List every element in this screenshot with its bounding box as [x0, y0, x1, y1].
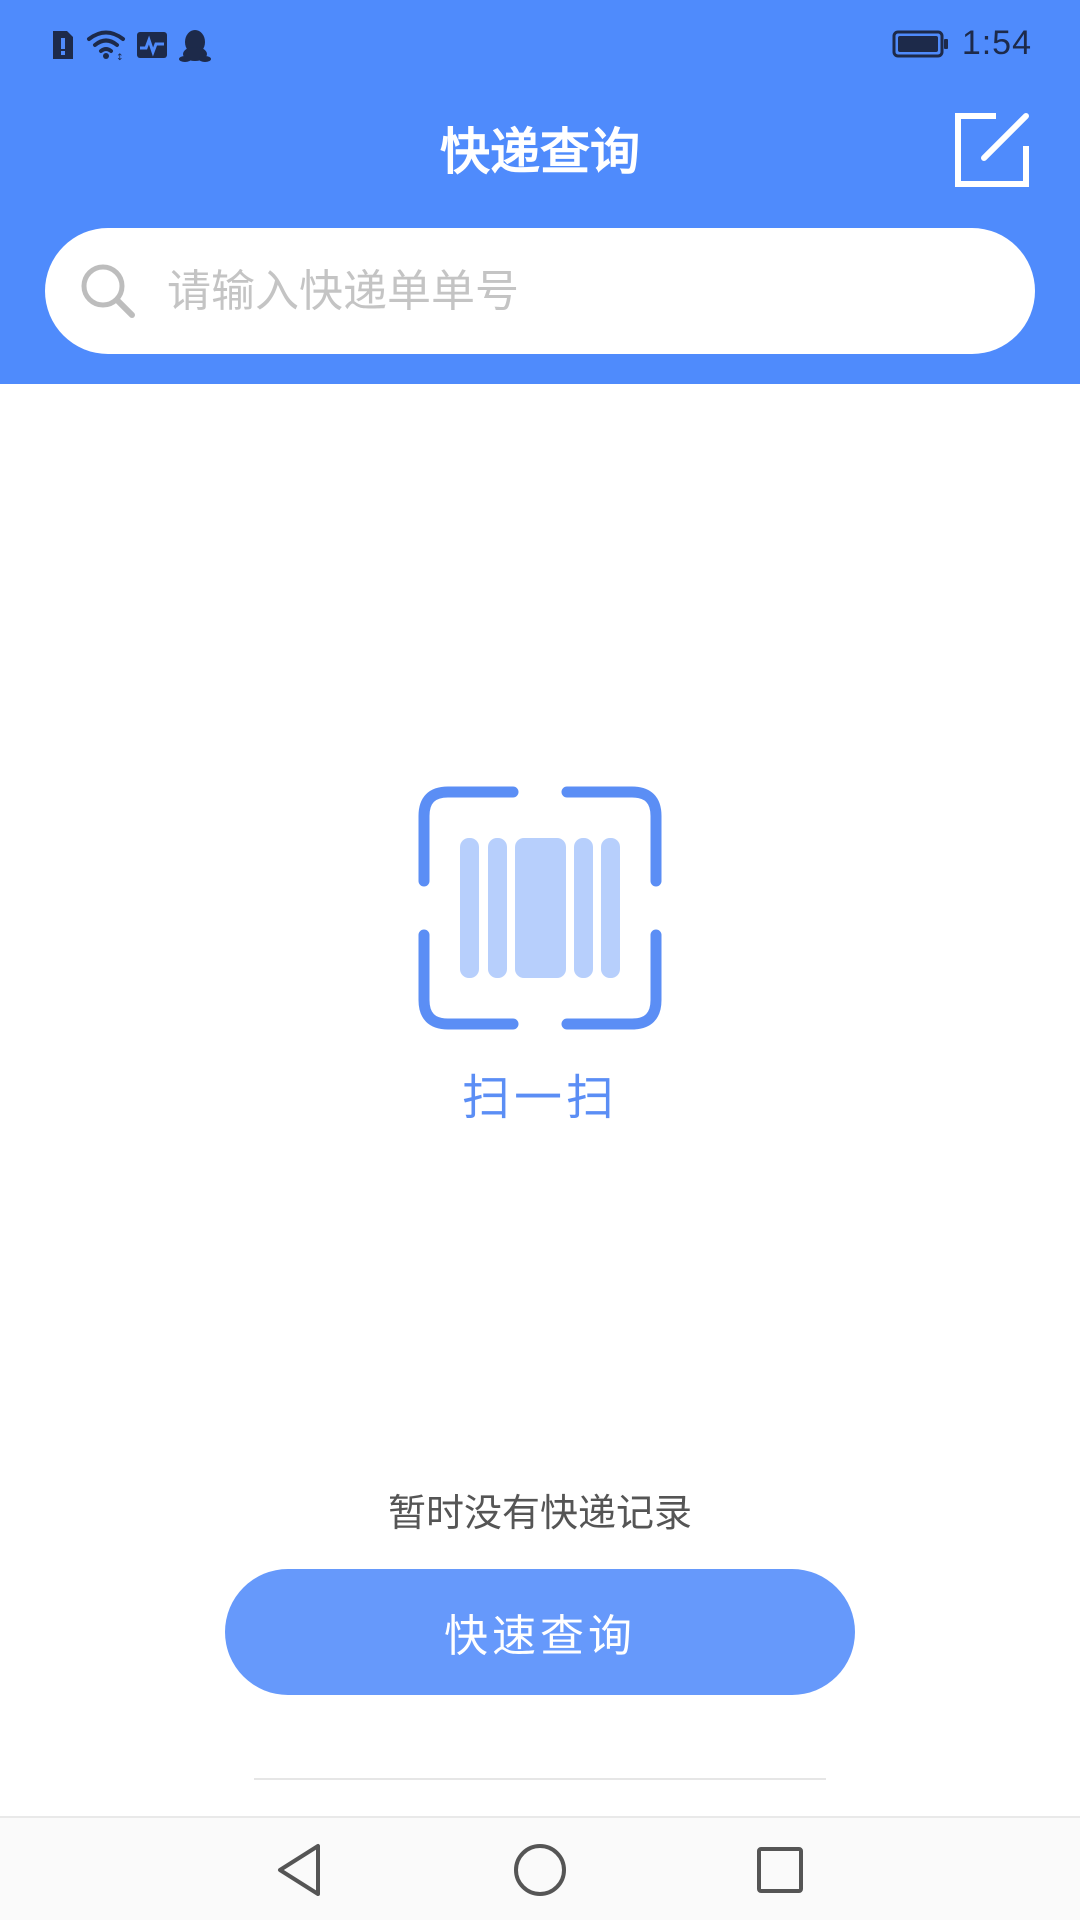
divider: [254, 1778, 826, 1780]
activity-icon: [137, 32, 167, 58]
edit-button[interactable]: [954, 112, 1030, 188]
edit-icon: [955, 113, 1029, 187]
status-icons-left: ↕: [50, 28, 212, 62]
svg-text:↕: ↕: [116, 53, 124, 61]
back-icon: [278, 1844, 320, 1896]
empty-state-text: 暂时没有快递记录: [387, 1491, 692, 1535]
search-bar[interactable]: [45, 228, 1035, 354]
status-bar: ↕ 1:54: [0, 0, 1080, 96]
back-button[interactable]: [270, 1840, 330, 1900]
qq-icon: [179, 30, 211, 62]
search-input[interactable]: [165, 250, 1009, 332]
header: ↕ 1:54 快递查询 请输入快递单单号: [0, 0, 1080, 384]
status-time: 1:54: [961, 24, 1032, 62]
recents-icon: [757, 1847, 803, 1893]
search-icon: [81, 264, 135, 318]
recents-button[interactable]: [750, 1840, 810, 1900]
home-icon: [514, 1844, 566, 1896]
app-screen: ↕ 1:54 快递查询 请输入快递单单号 扫一扫 暂时没有快递记录 快速查询: [0, 0, 1080, 1920]
barcode-scan-icon: [418, 786, 662, 1030]
wifi-icon: ↕: [87, 30, 125, 61]
battery-icon: [892, 30, 948, 57]
quick-query-button[interactable]: 快速查询: [225, 1569, 855, 1695]
page-title: 快递查询: [440, 123, 640, 181]
sim-icon: [53, 31, 73, 59]
scan-button[interactable]: [418, 786, 662, 1030]
system-nav-bar: [0, 1816, 1080, 1920]
status-icons-right: 1:54: [892, 24, 1032, 63]
scan-label[interactable]: 扫一扫: [0, 1058, 1080, 1128]
home-button[interactable]: [510, 1840, 570, 1900]
